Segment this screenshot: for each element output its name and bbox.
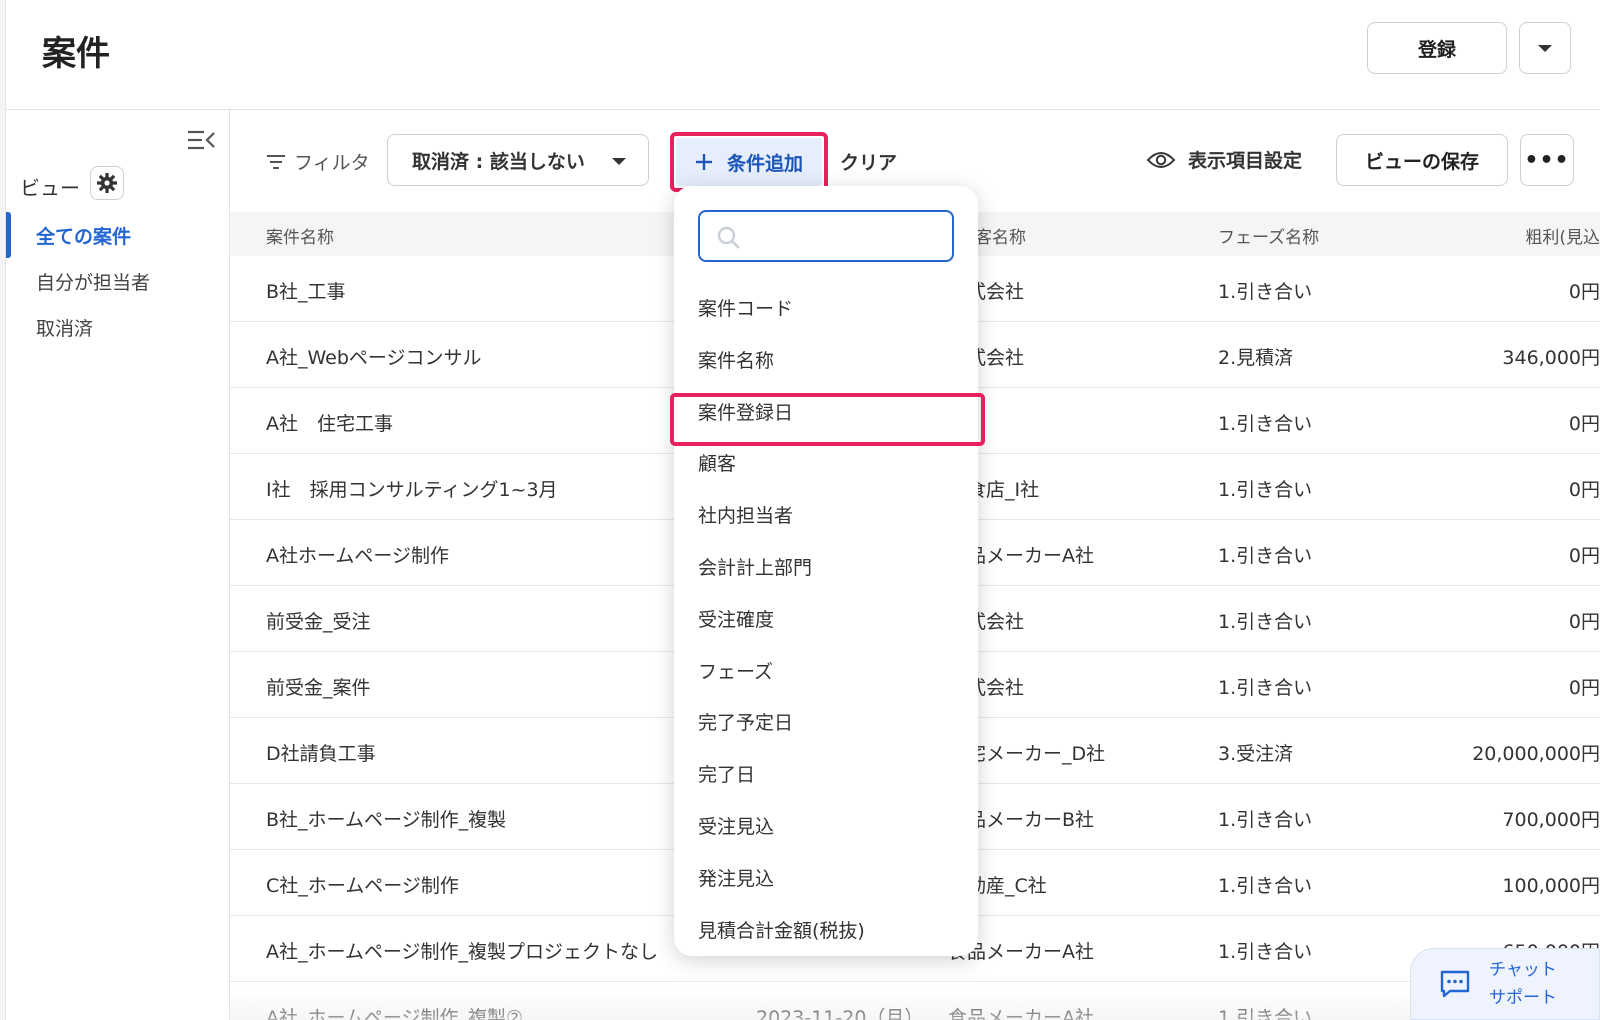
filter-icon — [267, 154, 285, 169]
cell-project-name: C社_ホームページ制作 — [266, 875, 459, 897]
cell-phase: 1.引き合い — [1218, 809, 1313, 831]
dropdown-item[interactable]: 受注確度 — [698, 605, 774, 632]
filter-chip-cancelled[interactable]: 取消済 : 該当しない — [387, 134, 649, 186]
dropdown-item[interactable]: 案件登録日 — [698, 398, 793, 425]
cell-project-name: B社_ホームページ制作_複製 — [266, 809, 507, 831]
gear-icon — [97, 173, 117, 193]
filter-chip-label: 取消済 : 該当しない — [412, 150, 585, 173]
chat-label: チャット サポート — [1489, 956, 1557, 1012]
cell-project-name: A社_ホームページ制作_複製プロジェクトなし — [266, 941, 659, 963]
cell-profit: 0円 — [1568, 413, 1600, 435]
dropdown-item[interactable]: 案件名称 — [698, 346, 774, 373]
add-condition-highlight: 条件追加 — [670, 132, 828, 192]
cell-phase: 1.引き合い — [1218, 677, 1313, 699]
dropdown-item[interactable]: 案件コード — [698, 294, 793, 321]
chat-label-line1: チャット — [1489, 960, 1557, 980]
add-condition-button[interactable]: 条件追加 — [676, 138, 822, 186]
page-title: 案件 — [42, 34, 110, 74]
dropdown-item[interactable]: 完了日 — [698, 760, 755, 787]
cell-phase: 1.引き合い — [1218, 1007, 1313, 1020]
caret-down-icon — [1538, 44, 1552, 52]
clear-button[interactable]: クリア — [840, 148, 897, 175]
view-settings-button[interactable] — [90, 166, 124, 200]
cell-phase: 3.受注済 — [1218, 743, 1294, 765]
more-options-button[interactable]: ••• — [1520, 134, 1574, 186]
cell-project-name: A社ホームページ制作 — [266, 545, 450, 567]
dropdown-item[interactable]: 社内担当者 — [698, 501, 793, 528]
add-condition-dropdown: 案件コード案件名称案件登録日顧客社内担当者会計計上部門 受注確度フェーズ完了予定日… — [674, 186, 978, 956]
column-header-profit[interactable]: 粗利(見込 — [1525, 223, 1600, 248]
sidebar-item-cancelled[interactable]: 取消済 — [36, 314, 93, 341]
cell-profit: 0円 — [1568, 677, 1600, 699]
column-header-name[interactable]: 案件名称 — [266, 223, 334, 248]
cell-profit: 0円 — [1568, 611, 1600, 633]
column-settings-button[interactable]: 表示項目設定 — [1146, 146, 1302, 173]
search-icon — [717, 226, 740, 249]
table-row[interactable]: A社_ホームページ制作_複製② 2023-11-20（月） 食品メーカーA社 1.引き… — [230, 982, 1600, 1020]
dropdown-item[interactable]: 完了予定日 — [698, 708, 793, 735]
cell-phase: 2.見積済 — [1218, 347, 1294, 369]
dropdown-item[interactable]: 受注見込 — [698, 812, 774, 839]
column-header-customer[interactable]: 客名称 — [975, 223, 1026, 248]
save-view-button[interactable]: ビューの保存 — [1336, 134, 1508, 186]
collapse-sidebar-icon[interactable] — [186, 128, 216, 152]
sidebar: ビュー 全ての案件 自分が担当者 取消済 — [6, 110, 230, 1020]
eye-icon — [1146, 151, 1176, 168]
cell-phase: 1.引き合い — [1218, 611, 1313, 633]
dropdown-item[interactable]: 見積合計金額(税抜) — [698, 916, 865, 943]
cell-profit: 700,000円 — [1502, 809, 1600, 831]
filter-label[interactable]: フィルタ — [266, 148, 370, 175]
column-header-phase[interactable]: フェーズ名称 — [1218, 223, 1319, 248]
cell-profit: 100,000円 — [1502, 875, 1600, 897]
column-settings-label: 表示項目設定 — [1188, 150, 1303, 172]
dropdown-item[interactable]: 顧客 — [698, 449, 736, 476]
plus-icon — [695, 154, 712, 170]
cell-project-name: D社請負工事 — [266, 743, 376, 765]
dropdown-item[interactable]: 発注見込 — [698, 864, 774, 891]
dropdown-item[interactable]: 会計計上部門 — [698, 553, 812, 580]
cell-project-name: B社_工事 — [266, 281, 346, 303]
sidebar-item-my-projects[interactable]: 自分が担当者 — [36, 268, 150, 295]
add-condition-label: 条件追加 — [726, 152, 803, 175]
cell-phase: 1.引き合い — [1218, 413, 1313, 435]
cell-project-name: A社_ホームページ制作_複製② — [266, 1007, 524, 1020]
dropdown-item[interactable]: フェーズ — [698, 657, 773, 684]
cell-phase: 1.引き合い — [1218, 875, 1313, 897]
dropdown-search-box — [698, 210, 954, 262]
chat-icon — [1440, 970, 1470, 998]
cell-project-name: A社 住宅工事 — [266, 413, 393, 435]
cell-project-name: 前受金_案件 — [266, 677, 371, 699]
sidebar-item-all-projects[interactable]: 全ての案件 — [36, 222, 131, 249]
cell-phase: 1.引き合い — [1218, 479, 1313, 501]
chat-support-button[interactable]: チャット サポート — [1410, 948, 1600, 1020]
chat-label-line2: サポート — [1489, 988, 1557, 1008]
cell-project-name: I社 採用コンサルティング1~3月 — [266, 479, 558, 501]
cell-profit: 20,000,000円 — [1472, 743, 1600, 765]
active-indicator — [6, 212, 11, 258]
cell-phase: 1.引き合い — [1218, 281, 1313, 303]
cell-profit: 0円 — [1568, 545, 1600, 567]
register-button[interactable]: 登録 — [1367, 22, 1507, 74]
cell-phase: 1.引き合い — [1218, 941, 1313, 963]
view-label: ビュー — [20, 176, 80, 200]
cell-profit: 346,000円 — [1502, 347, 1600, 369]
cell-date: 2023-11-20（月） — [756, 1007, 924, 1020]
register-dropdown-button[interactable] — [1519, 22, 1571, 74]
cell-project-name: A社_Webページコンサル — [266, 347, 482, 369]
page-header: 案件 登録 — [6, 0, 1600, 110]
cell-project-name: 前受金_受注 — [266, 611, 371, 633]
cell-phase: 1.引き合い — [1218, 545, 1313, 567]
cell-profit: 0円 — [1568, 281, 1600, 303]
cell-customer: 食品メーカーA社 — [948, 1007, 1094, 1020]
cell-profit: 0円 — [1568, 479, 1600, 501]
caret-down-icon — [612, 158, 626, 165]
filter-text: フィルタ — [294, 152, 370, 174]
